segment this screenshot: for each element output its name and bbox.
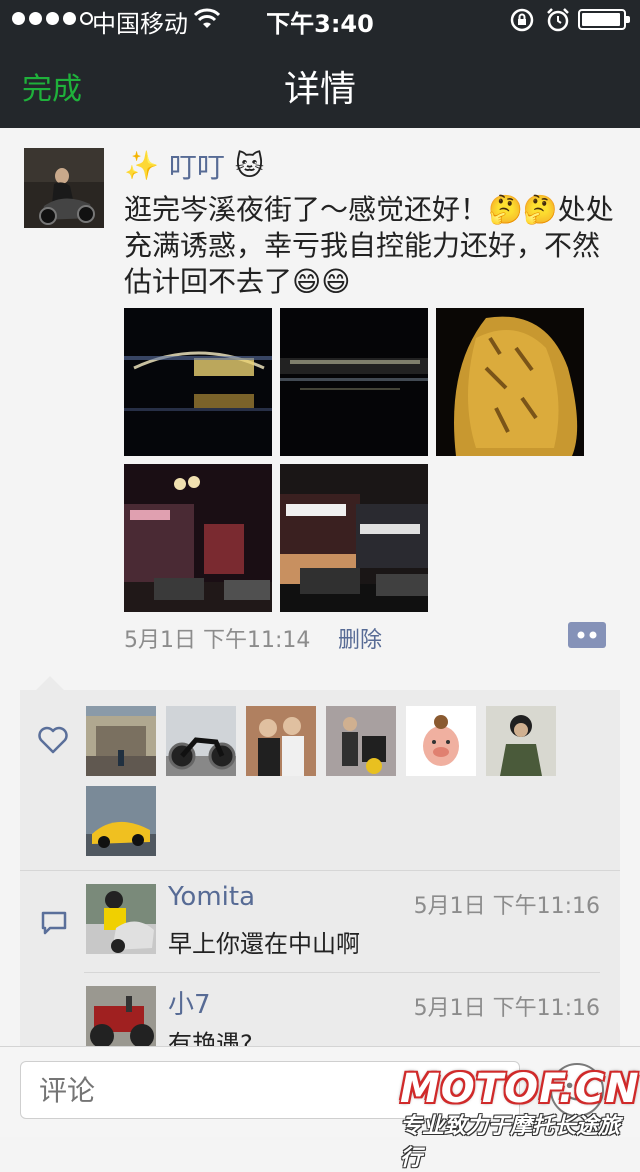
watermark: MOTOF.CN 专业致力于摩托长途旅行: [400, 1066, 640, 1172]
author-name[interactable]: 叮叮: [169, 146, 225, 186]
sparkles-emoji: ✨: [124, 149, 159, 182]
post-photo[interactable]: [436, 308, 584, 456]
comment-text: 早上你還在中山啊: [168, 930, 360, 958]
top-bar: 中国移动 下午3:40 完成 详情: [0, 0, 640, 128]
post-photo[interactable]: [124, 464, 272, 612]
comment-divider: [84, 972, 600, 973]
battery-icon: [578, 9, 630, 30]
alarm-icon: [547, 8, 569, 32]
panel-divider: [20, 870, 620, 871]
liker-avatar[interactable]: [406, 706, 476, 776]
heart-icon: [38, 726, 68, 754]
more-options-icon[interactable]: [568, 622, 606, 648]
comment-time: 5月1日 下午11:16: [413, 996, 600, 1021]
author-row: ✨ 叮叮 🐱: [124, 146, 265, 186]
liker-avatar[interactable]: [86, 706, 156, 776]
liker-avatar[interactable]: [246, 706, 316, 776]
author-avatar[interactable]: [24, 148, 104, 228]
battery-level: [582, 13, 620, 26]
post-timestamp: 5月1日 下午11:14: [124, 628, 311, 653]
commenter-name[interactable]: 小7: [168, 984, 211, 1021]
liker-avatar[interactable]: [486, 706, 556, 776]
liker-avatar[interactable]: [86, 786, 156, 856]
post-photo[interactable]: [280, 308, 428, 456]
cat-emoji: 🐱: [234, 149, 265, 182]
post-text: 逛完岑溪夜街了～感觉还好！🤔🤔处处充满诱惑，幸亏我自控能力还好，不然估计回不去了…: [124, 193, 614, 298]
post-photo[interactable]: [124, 308, 272, 456]
comment-time: 5月1日 下午11:16: [413, 894, 600, 919]
comment-icon: [41, 911, 67, 935]
rotation-lock-icon: [510, 8, 534, 32]
liker-avatar[interactable]: [326, 706, 396, 776]
post-photo[interactable]: [280, 464, 428, 612]
status-bar: 中国移动 下午3:40: [0, 0, 640, 40]
commenter-avatar[interactable]: [86, 884, 156, 954]
watermark-tagline: 专业致力于摩托长途旅行: [400, 1114, 621, 1171]
delete-button[interactable]: 删除: [338, 622, 382, 654]
panel-arrow: [36, 676, 64, 690]
liker-avatar[interactable]: [166, 706, 236, 776]
commenter-name[interactable]: Yomita: [168, 882, 255, 912]
watermark-logo: MOTOF.CN: [400, 1066, 640, 1112]
status-time: 下午3:40: [266, 10, 374, 38]
page-title: 详情: [283, 69, 356, 110]
